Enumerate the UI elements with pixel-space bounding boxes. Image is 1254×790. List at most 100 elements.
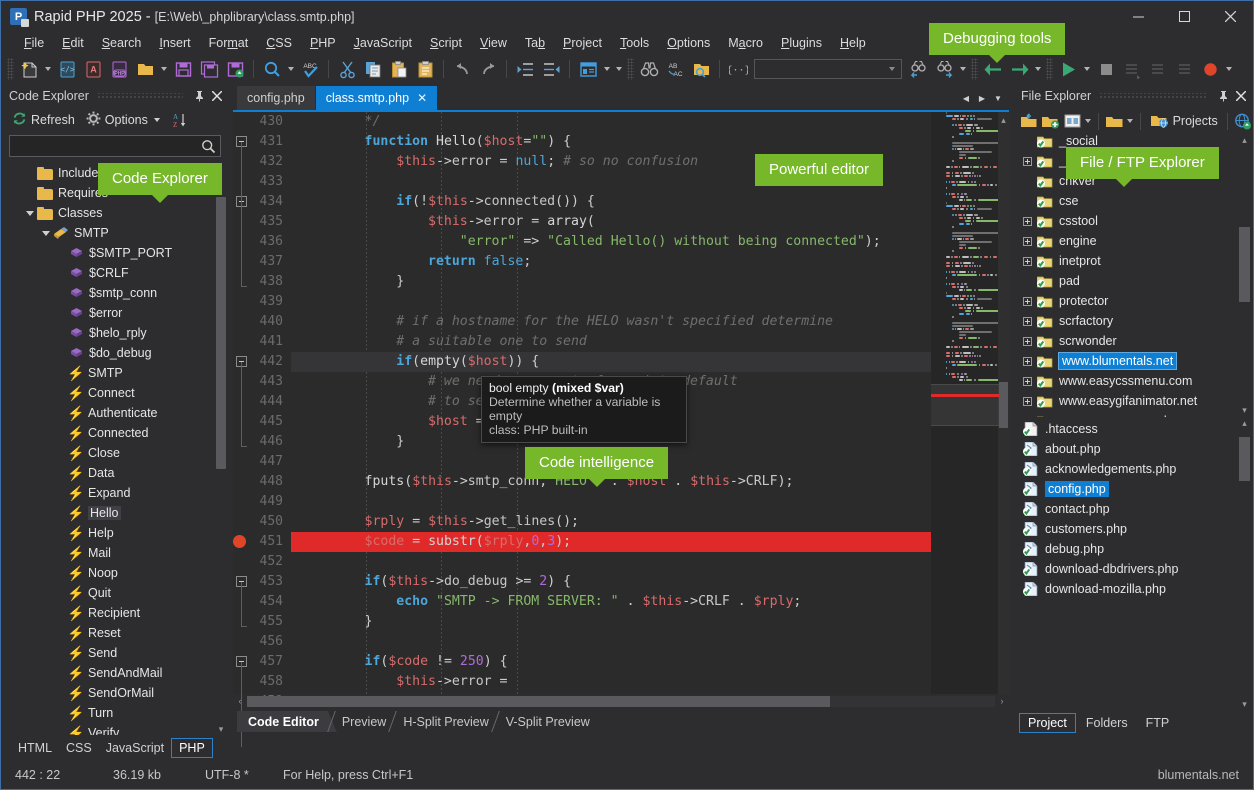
expand-icon[interactable] [1023,377,1032,386]
tab-menu-icon[interactable]: ▼ [991,88,1005,108]
clipboard-icon[interactable] [412,57,438,81]
code-line[interactable]: # if a hostname for the HELO wasn't spec… [301,312,931,332]
expand-icon[interactable] [1023,397,1032,406]
code-line[interactable] [301,292,931,312]
code-line[interactable]: if($this->do_debug >= 2) { [301,572,931,592]
toolbar-grip[interactable] [1046,58,1053,80]
close-icon[interactable] [1232,86,1249,106]
nav-forward-icon[interactable] [1006,57,1032,81]
save-upload-icon[interactable] [222,57,248,81]
menu-item-search[interactable]: Search [93,34,151,52]
editor-tab[interactable]: class.smtp.php✕ [316,86,437,110]
twisty-icon[interactable] [55,263,69,283]
tab-prev-icon[interactable]: ◀ [959,88,973,108]
scroll-left-icon[interactable]: ‹ [233,696,247,706]
view-tab-h-split-preview[interactable]: H-Split Preview [392,711,500,732]
menu-item-edit[interactable]: Edit [53,34,93,52]
menu-item-tools[interactable]: Tools [611,34,658,52]
binoculars-icon[interactable] [636,57,662,81]
file-tree-item[interactable]: www.easycssmenu.com [1013,371,1253,391]
new-folder-icon[interactable] [1041,110,1062,132]
save-icon[interactable] [170,57,196,81]
twisty-icon[interactable] [55,323,69,343]
copy-icon[interactable] [360,57,386,81]
code-explorer-item[interactable]: ⚡Send [1,643,229,663]
globe-upload-icon[interactable] [1233,110,1254,132]
twisty-icon[interactable] [23,203,37,223]
code-line[interactable]: # a suitable one to send [301,332,931,352]
new-file-icon[interactable] [16,57,42,81]
file-list-item[interactable]: contact.php [1013,499,1253,519]
code-explorer-item[interactable]: ⚡Noop [1,563,229,583]
file-tree-item[interactable]: csstool [1013,211,1253,231]
expand-icon[interactable] [1023,357,1032,366]
code-line[interactable]: $code = substr($rply,0,3); [301,532,931,552]
panel-drag-handle[interactable] [97,93,183,100]
code-line[interactable]: if(!$this->connected()) { [301,192,931,212]
twisty-icon[interactable] [55,283,69,303]
search-dropdown-icon[interactable] [285,57,297,81]
menu-item-project[interactable]: Project [554,34,611,52]
tab-close-icon[interactable]: ✕ [417,91,427,105]
toolbar-grip[interactable] [7,58,14,80]
file-list-scrollbar[interactable]: ▴ ▾ [1238,417,1251,711]
menu-item-format[interactable]: Format [200,34,258,52]
nav-dropdown-icon[interactable] [1032,57,1044,81]
code-explorer-item[interactable]: SMTP [1,223,229,243]
language-css[interactable]: CSS [59,739,99,757]
toolbar-overflow-icon[interactable] [613,57,625,81]
debug-target-combo[interactable] [754,59,902,79]
step-out-icon[interactable] [1171,57,1197,81]
file-explorer-tab-folders[interactable]: Folders [1078,714,1136,732]
file-list-item[interactable]: debug.php [1013,539,1253,559]
file-tree-item[interactable]: protector [1013,291,1253,311]
run-icon[interactable] [1055,57,1081,81]
file-tree-item[interactable]: cse [1013,191,1253,211]
expand-icon[interactable] [1023,337,1032,346]
code-explorer-item[interactable]: ⚡Quit [1,583,229,603]
refresh-button[interactable]: Refresh [8,109,79,131]
menu-item-file[interactable]: File [15,34,53,52]
code-line[interactable]: $rply = $this->get_lines(); [301,512,931,532]
menu-item-javascript[interactable]: JavaScript [345,34,421,52]
code-explorer-item[interactable]: ⚡Hello [1,503,229,523]
fold-gutter[interactable] [233,112,249,694]
cut-icon[interactable] [334,57,360,81]
tab-next-icon[interactable]: ▶ [975,88,989,108]
code-line[interactable]: if($code != 250) { [301,652,931,672]
code-explorer-item[interactable]: ⚡Reset [1,623,229,643]
file-tree-item[interactable]: www.blumentals.net [1013,351,1253,371]
language-php[interactable]: PHP [171,738,213,758]
view-tab-v-split-preview[interactable]: V-Split Preview [495,711,602,732]
file-explorer-tab-ftp[interactable]: FTP [1138,714,1178,732]
indent-icon[interactable] [512,57,538,81]
menu-item-view[interactable]: View [471,34,516,52]
file-tree-item[interactable]: www.easygifanimator.net [1013,391,1253,411]
code-line[interactable]: */ [301,112,931,132]
outdent-icon[interactable] [538,57,564,81]
code-explorer-item[interactable]: ⚡Connect [1,383,229,403]
save-all-icon[interactable] [196,57,222,81]
new-file-dropdown-icon[interactable] [42,57,54,81]
menu-item-options[interactable]: Options [658,34,719,52]
file-list-item[interactable]: .htaccess [1013,419,1253,439]
code-explorer-item[interactable]: ⚡Verify [1,723,229,735]
code-explorer-item[interactable]: ⚡Mail [1,543,229,563]
code-explorer-item[interactable]: ⚡SMTP [1,363,229,383]
file-explorer-tab-project[interactable]: Project [1019,713,1076,733]
editor-hscrollbar[interactable]: ‹ › [233,694,1009,708]
file-tree-item[interactable]: pad [1013,271,1253,291]
new-php-icon[interactable]: PHP [106,57,132,81]
code-explorer-item[interactable]: ⚡Recipient [1,603,229,623]
options-button[interactable]: Options [82,109,164,131]
toolbar-grip[interactable] [971,58,978,80]
menu-item-insert[interactable]: Insert [150,34,199,52]
expand-icon[interactable] [1023,157,1032,166]
expand-icon[interactable] [1023,237,1032,246]
file-tree-item[interactable]: engine [1013,231,1253,251]
code-explorer-item[interactable]: ⚡Authenticate [1,403,229,423]
code-line[interactable]: if(empty($host)) { [301,352,931,372]
code-explorer-item[interactable]: ⚡SendAndMail [1,663,229,683]
pin-icon[interactable] [191,86,208,106]
maximize-button[interactable] [1161,1,1207,32]
